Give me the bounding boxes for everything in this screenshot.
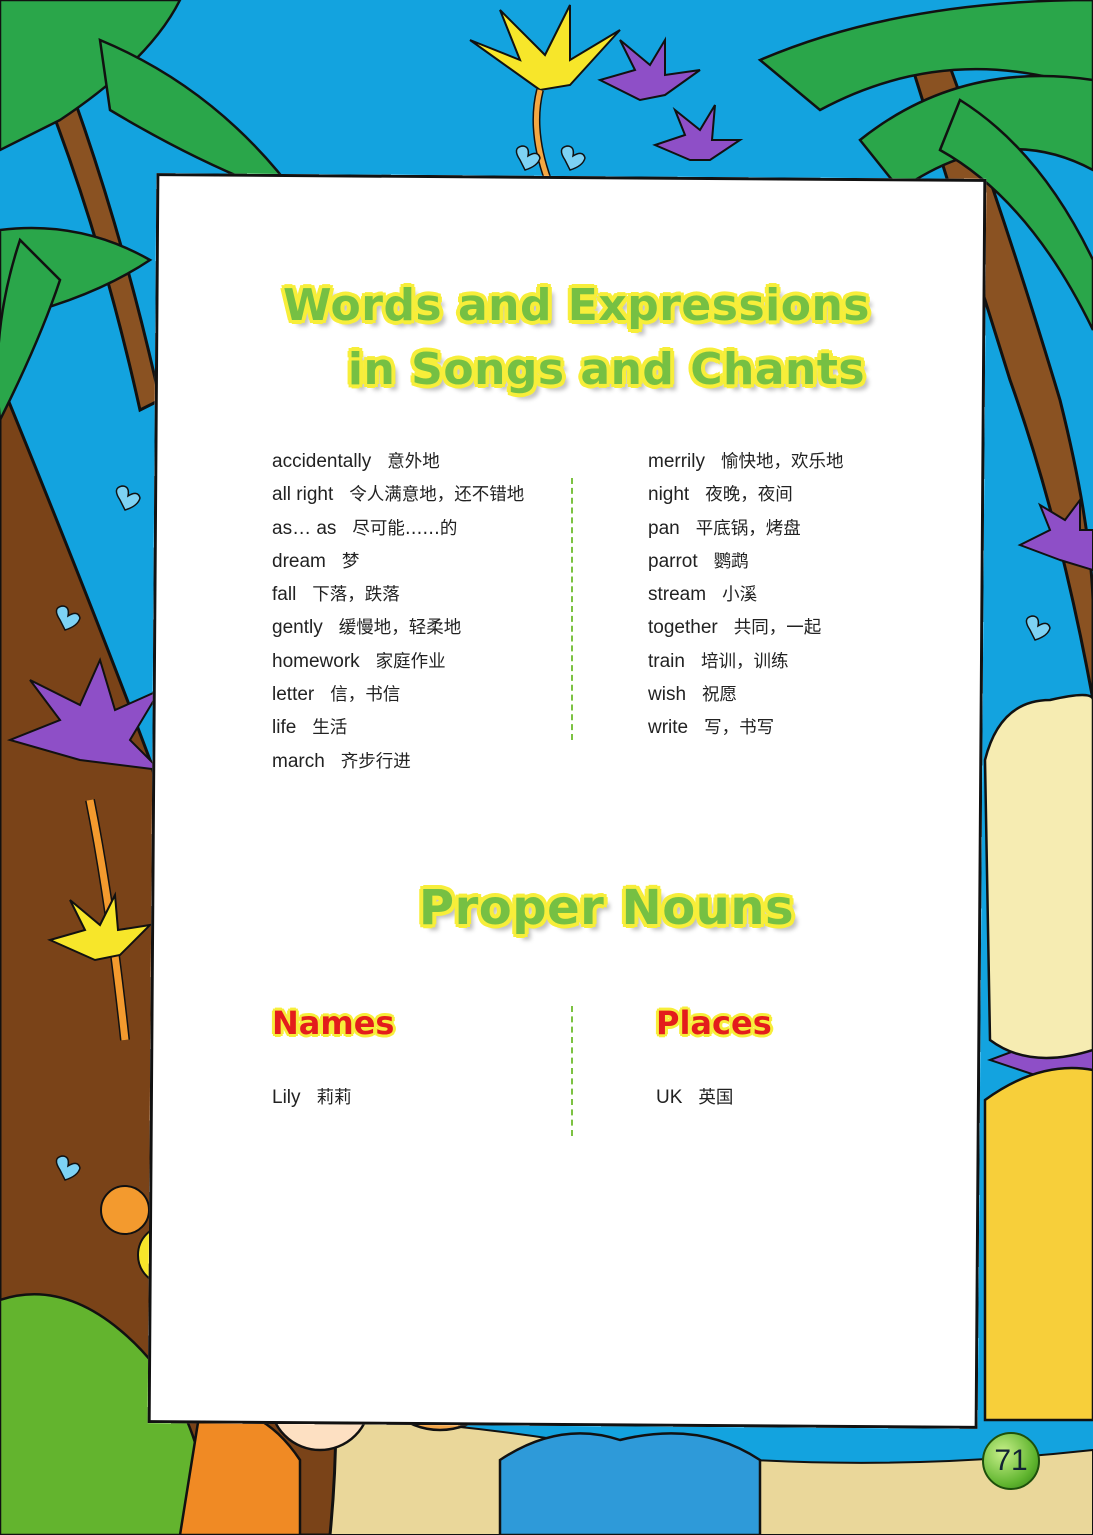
vocab-item: gently 缓慢地，轻柔地: [272, 615, 524, 648]
place-chinese: 英国: [698, 1088, 734, 1108]
vocab-word: fall: [272, 584, 297, 606]
vocab-word: as… as: [272, 517, 337, 539]
places-heading: Places: [656, 1004, 772, 1042]
places-list-item: UK 英国: [656, 1084, 733, 1109]
vocab-item: accidentally 意外地: [272, 449, 524, 482]
vocab-item: wish 祝愿: [648, 682, 844, 715]
vocab-word: train: [648, 650, 685, 672]
page-title-line1: Words and Expressions: [283, 280, 870, 331]
vocab-item: stream 小溪: [648, 582, 844, 615]
vocab-item: together 共同，一起: [648, 615, 844, 648]
names-heading: Names: [272, 1004, 395, 1042]
vocab-translation: 下落，跌落: [312, 585, 400, 606]
vocab-translation: 缓慢地，轻柔地: [338, 618, 462, 639]
vocab-word: all right: [272, 484, 334, 506]
vocab-item: merrily 愉快地，欢乐地: [648, 449, 844, 482]
page-title-line2: in Songs and Chants: [347, 344, 866, 395]
vocab-item: as… as 尽可能……的: [272, 516, 524, 549]
vocab-word: together: [648, 617, 718, 639]
vocab-word: dream: [272, 550, 326, 572]
column-divider: [571, 478, 573, 740]
vocab-translation: 祝愿: [702, 685, 738, 706]
vocab-item: march 齐步行进: [272, 749, 524, 782]
vocab-list-right: merrily 愉快地，欢乐地 night 夜晚，夜间 pan 平底锅，烤盘 parrot 鹦…: [648, 449, 844, 749]
vocab-word: homework: [272, 650, 360, 672]
vocab-word: pan: [648, 517, 680, 539]
vocab-item: write 写，书写: [648, 715, 844, 748]
vocab-translation: 愉快地，欢乐地: [721, 452, 844, 472]
vocab-word: merrily: [648, 451, 705, 472]
vocab-word: parrot: [648, 550, 698, 572]
vocab-translation: 信，书信: [330, 685, 401, 706]
vocab-word: life: [272, 717, 297, 739]
vocab-translation: 夜晚，夜间: [705, 485, 793, 506]
vocab-translation: 家庭作业: [375, 651, 446, 672]
vocab-word: accidentally: [272, 451, 372, 472]
vocab-word: night: [648, 484, 690, 506]
vocab-translation: 鹦鹉: [713, 551, 749, 572]
vocab-translation: 齐步行进: [340, 751, 411, 772]
vocab-item: all right 令人满意地，还不错地: [272, 482, 524, 515]
vocab-translation: 梦: [341, 551, 360, 572]
vocab-word: gently: [272, 617, 323, 639]
vocab-item: life 生活: [272, 715, 524, 748]
vocab-translation: 平底锅，烤盘: [695, 518, 801, 539]
vocab-list-left: accidentally 意外地 all right 令人满意地，还不错地 as… as…: [272, 449, 524, 782]
vocab-translation: 尽可能……的: [352, 518, 458, 539]
vocab-translation: 小溪: [722, 585, 758, 606]
vocab-item: train 培训，训练: [648, 649, 844, 682]
vocab-word: march: [272, 750, 325, 772]
vocab-item: dream 梦: [272, 549, 524, 582]
proper-nouns-divider: [571, 1006, 573, 1136]
name-english: Lily: [272, 1087, 301, 1108]
vocab-item: parrot 鹦鹉: [648, 549, 844, 582]
vocab-word: wish: [648, 684, 687, 706]
vocab-word: letter: [272, 684, 315, 706]
vocab-translation: 令人满意地，还不错地: [349, 485, 525, 506]
vocab-item: letter 信，书信: [272, 682, 524, 715]
names-list-item: Lily 莉莉: [272, 1084, 352, 1109]
page-number: 71: [982, 1432, 1040, 1490]
section-title-proper-nouns: Proper Nouns: [418, 880, 795, 936]
vocab-translation: 培训，训练: [700, 651, 789, 672]
vocab-translation: 共同，一起: [733, 618, 822, 639]
vocab-item: night 夜晚，夜间: [648, 482, 844, 515]
vocab-word: stream: [648, 584, 707, 606]
place-english: UK: [656, 1087, 683, 1108]
vocab-word: write: [648, 717, 689, 739]
name-chinese: 莉莉: [316, 1088, 352, 1108]
vocab-item: fall 下落，跌落: [272, 582, 524, 615]
vocab-translation: 写，书写: [704, 718, 775, 739]
vocab-item: pan 平底锅，烤盘: [648, 516, 844, 549]
vocab-translation: 意外地: [387, 452, 440, 472]
vocab-translation: 生活: [312, 718, 348, 739]
vocab-item: homework 家庭作业: [272, 649, 524, 682]
